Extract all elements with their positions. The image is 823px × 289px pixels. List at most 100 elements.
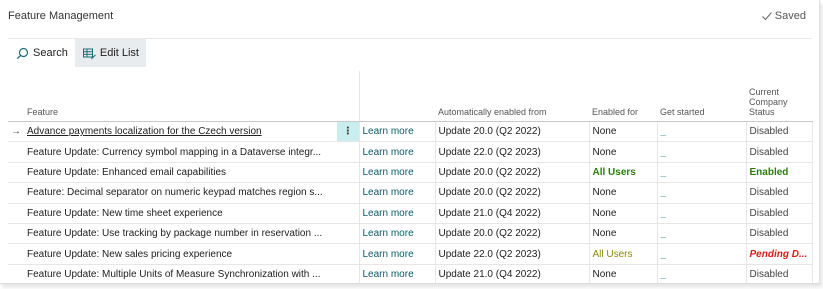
search-icon xyxy=(16,47,29,59)
feature-name: Feature Update: Use tracking by package … xyxy=(27,228,323,240)
action-bar: Search Edit List xyxy=(8,39,146,67)
feature-cell[interactable]: Feature Update: Enhanced email capabilit… xyxy=(24,162,337,184)
status-cell: Disabled xyxy=(746,223,813,245)
saved-status: Saved xyxy=(761,10,806,22)
table-row[interactable]: Feature Update: New sales pricing experi… xyxy=(8,243,813,265)
feature-cell[interactable]: Feature Update: Use tracking by package … xyxy=(24,223,337,245)
edit-list-label: Edit List xyxy=(99,47,139,59)
learn-more-link[interactable]: Learn more xyxy=(359,162,436,184)
checkmark-icon xyxy=(761,12,772,21)
enabled-for-cell[interactable]: None xyxy=(589,203,658,224)
enabled-for-cell[interactable]: None xyxy=(589,264,658,286)
feature-name: Feature Update: New time sheet experienc… xyxy=(27,207,223,219)
feature-name: Feature: Decimal separator on numeric ke… xyxy=(27,187,323,199)
feature-cell[interactable]: Advance payments localization for the Cz… xyxy=(24,121,337,143)
auto-enabled-cell: Update 21.0 (Q4 2022) xyxy=(435,203,590,224)
table-header-row: Feature Automatically enabled from Enabl… xyxy=(8,71,812,122)
feature-cell[interactable]: Feature: Decimal separator on numeric ke… xyxy=(24,182,337,204)
row-menu-icon xyxy=(337,243,360,265)
status-cell: Disabled xyxy=(746,182,813,204)
row-menu-icon xyxy=(337,141,360,163)
row-menu-icon xyxy=(337,203,360,224)
learn-more-link[interactable]: Learn more xyxy=(359,223,436,245)
row-menu-icon xyxy=(337,264,360,286)
row-indicator-arrow-icon: → xyxy=(8,121,24,143)
column-header-auto-enabled[interactable]: Automatically enabled from xyxy=(435,71,589,122)
row-indicator-arrow-icon xyxy=(8,243,24,265)
table-row[interactable]: Feature Update: New time sheet experienc… xyxy=(8,203,813,224)
table-row[interactable]: Feature Update: Currency symbol mapping … xyxy=(8,141,813,163)
row-menu-icon xyxy=(337,162,360,184)
title-bar: Feature Management Saved xyxy=(0,0,820,36)
feature-name: Feature Update: Enhanced email capabilit… xyxy=(27,166,227,178)
feature-name: Feature Update: Multiple Units of Measur… xyxy=(27,268,321,280)
table-row[interactable]: → Advance payments localization for the C… xyxy=(8,121,813,143)
row-indicator-arrow-icon xyxy=(8,162,24,184)
auto-enabled-cell: Update 20.0 (Q2 2022) xyxy=(435,223,590,245)
auto-enabled-cell: Update 20.0 (Q2 2022) xyxy=(435,162,590,184)
enabled-for-cell[interactable]: All Users xyxy=(589,162,658,184)
column-header-get-started[interactable]: Get started xyxy=(657,71,746,122)
feature-name: Feature Update: New sales pricing experi… xyxy=(27,248,233,260)
enabled-for-cell[interactable]: All Users xyxy=(589,243,658,265)
enabled-for-cell[interactable]: None xyxy=(589,182,658,204)
search-button[interactable]: Search xyxy=(8,39,75,67)
features-table: Feature Automatically enabled from Enabl… xyxy=(8,71,813,286)
header-spacer xyxy=(337,71,359,122)
feature-cell[interactable]: Feature Update: Currency symbol mapping … xyxy=(24,141,337,163)
learn-more-link[interactable]: Learn more xyxy=(359,264,436,286)
learn-more-link[interactable]: Learn more xyxy=(359,141,436,163)
feature-name: Feature Update: Currency symbol mapping … xyxy=(27,146,322,158)
column-header-enabled-for[interactable]: Enabled for xyxy=(589,71,657,122)
row-indicator-arrow-icon xyxy=(8,203,24,224)
learn-more-link[interactable]: Learn more xyxy=(359,203,436,224)
get-started-link[interactable]: _ xyxy=(657,264,747,286)
saved-label: Saved xyxy=(774,10,806,22)
status-cell: Disabled xyxy=(746,141,813,163)
learn-more-link[interactable]: Learn more xyxy=(359,182,436,204)
table-row[interactable]: Feature Update: Enhanced email capabilit… xyxy=(8,162,813,184)
column-header-status[interactable]: Current Company Status xyxy=(746,71,812,122)
edit-list-button[interactable]: Edit List xyxy=(74,39,146,67)
get-started-link[interactable]: _ xyxy=(657,243,747,265)
feature-cell[interactable]: Feature Update: New sales pricing experi… xyxy=(24,243,337,265)
get-started-link[interactable]: _ xyxy=(657,162,747,184)
table-row[interactable]: Feature Update: Use tracking by package … xyxy=(8,223,813,245)
table-row[interactable]: Feature Update: Multiple Units of Measur… xyxy=(8,264,813,286)
status-cell: Pending D... xyxy=(746,243,813,265)
column-header-learn-more xyxy=(358,71,435,122)
enabled-for-cell[interactable]: None xyxy=(589,121,658,143)
enabled-for-cell[interactable]: None xyxy=(589,141,658,163)
auto-enabled-cell: Update 21.0 (Q4 2022) xyxy=(435,264,590,286)
auto-enabled-cell: Update 22.0 (Q2 2023) xyxy=(435,243,590,265)
status-cell: Disabled xyxy=(746,121,813,143)
get-started-link[interactable]: _ xyxy=(657,141,747,163)
status-cell: Disabled xyxy=(746,203,813,224)
row-indicator-arrow-icon xyxy=(8,141,24,163)
row-indicator-arrow-icon xyxy=(8,264,24,286)
get-started-link[interactable]: _ xyxy=(657,121,747,143)
row-menu-icon xyxy=(337,182,360,204)
row-menu-icon xyxy=(337,223,360,245)
search-label: Search xyxy=(33,47,68,59)
page-title: Feature Management xyxy=(8,10,114,22)
table-row[interactable]: Feature: Decimal separator on numeric ke… xyxy=(8,182,813,204)
row-indicator-arrow-icon xyxy=(8,182,24,204)
row-indicator-arrow-icon xyxy=(8,223,24,245)
feature-cell[interactable]: Feature Update: New time sheet experienc… xyxy=(24,203,337,224)
enabled-for-cell[interactable]: None xyxy=(589,223,658,245)
status-cell: Disabled xyxy=(746,264,813,286)
column-header-feature[interactable]: Feature xyxy=(24,71,337,122)
row-menu-icon[interactable]: ⋮ xyxy=(337,121,360,143)
feature-management-page: Feature Management Saved Search Edit Lis… xyxy=(0,0,820,286)
header-spacer xyxy=(8,71,24,122)
learn-more-link[interactable]: Learn more xyxy=(359,243,436,265)
auto-enabled-cell: Update 22.0 (Q2 2023) xyxy=(435,141,590,163)
get-started-link[interactable]: _ xyxy=(657,223,747,245)
status-cell: Enabled xyxy=(746,162,813,184)
get-started-link[interactable]: _ xyxy=(657,203,747,224)
feature-name: Advance payments localization for the Cz… xyxy=(27,126,262,138)
learn-more-link[interactable]: Learn more xyxy=(359,121,436,143)
get-started-link[interactable]: _ xyxy=(657,182,747,204)
feature-cell[interactable]: Feature Update: Multiple Units of Measur… xyxy=(24,264,337,286)
